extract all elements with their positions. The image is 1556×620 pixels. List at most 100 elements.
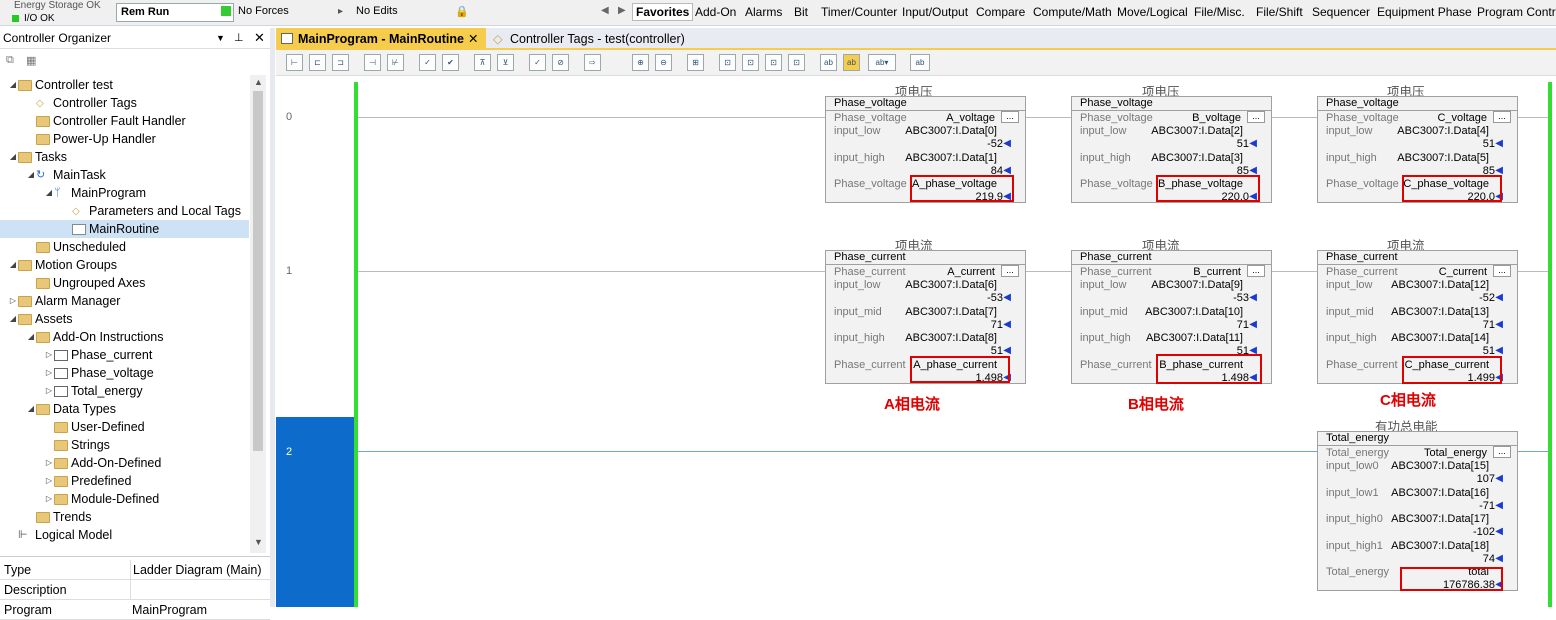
tree-node-controller-tags[interactable]: ◇ Controller Tags xyxy=(26,94,137,112)
collapse-arrow-icon[interactable]: ◢ xyxy=(8,148,18,166)
more-button[interactable]: ... xyxy=(1247,265,1265,277)
collapse-arrow-icon[interactable]: ◢ xyxy=(8,310,18,328)
cancel-icon[interactable]: ⊻ xyxy=(497,54,514,71)
param-tag[interactable]: ABC3007:I.Data[9] xyxy=(1151,279,1243,291)
expand-arrow-icon[interactable]: ▷ xyxy=(44,490,54,508)
tab-file-shift[interactable]: File/Shift xyxy=(1253,4,1306,20)
tab-timer-counter[interactable]: Timer/Counter xyxy=(818,4,900,20)
tree-node-add-on-instructions[interactable]: ◢ Add-On Instructions xyxy=(26,328,164,346)
tab-file-misc[interactable]: File/Misc. xyxy=(1191,4,1248,20)
tree-node-phase-voltage[interactable]: ▷ Phase_voltage xyxy=(44,364,154,382)
instance-tag[interactable]: A_current xyxy=(947,266,995,278)
instance-tag[interactable]: Total_energy xyxy=(1424,447,1487,459)
expand-arrow-icon[interactable]: ▷ xyxy=(44,472,54,490)
rung-icon[interactable]: ⊢ xyxy=(286,54,303,71)
tab-add-on[interactable]: Add-On xyxy=(692,4,739,20)
tree-scrollbar[interactable]: ▲ ▼ xyxy=(250,75,266,553)
rung-number[interactable]: 0 xyxy=(286,111,292,123)
tree-node-strings[interactable]: Strings xyxy=(44,436,110,454)
param-tag[interactable]: ABC3007:I.Data[8] xyxy=(905,332,997,344)
ab-dropdown-icon[interactable]: ab▾ xyxy=(868,54,896,71)
toggle-2-icon[interactable]: ⊡ xyxy=(742,54,759,71)
expand-arrow-icon[interactable]: ▷ xyxy=(44,346,54,364)
param-tag[interactable]: ABC3007:I.Data[12] xyxy=(1391,279,1489,291)
branch-icon[interactable]: ⊏ xyxy=(309,54,326,71)
forces-dropdown-icon[interactable]: ▸ xyxy=(338,6,343,17)
more-button[interactable]: ... xyxy=(1493,111,1511,123)
param-tag[interactable]: ABC3007:I.Data[17] xyxy=(1391,513,1489,525)
xio-icon[interactable]: ⊬ xyxy=(387,54,404,71)
lock-icon[interactable]: 🔒 xyxy=(455,5,469,18)
tab-mainroutine[interactable]: MainProgram - MainRoutine ✕ xyxy=(276,28,486,50)
zoom-in-icon[interactable]: ⊕ xyxy=(632,54,649,71)
organizer-menu-icon[interactable]: ▼ xyxy=(216,28,225,48)
rung-number[interactable]: 1 xyxy=(286,265,292,277)
scrollbar-thumb[interactable] xyxy=(253,91,263,451)
instance-tag[interactable]: A_voltage xyxy=(946,112,995,124)
param-tag[interactable]: ABC3007:I.Data[16] xyxy=(1391,487,1489,499)
accept-icon[interactable]: ⊼ xyxy=(474,54,491,71)
tree-node-tasks[interactable]: ◢ Tasks xyxy=(8,148,67,166)
param-tag[interactable]: ABC3007:I.Data[13] xyxy=(1391,306,1489,318)
tabs-right-arrow-icon[interactable]: ▶ xyxy=(618,5,626,16)
tree-node-ungrouped-axes[interactable]: Ungrouped Axes xyxy=(26,274,145,292)
param-tag[interactable]: ABC3007:I.Data[18] xyxy=(1391,540,1489,552)
instance-tag[interactable]: B_current xyxy=(1193,266,1241,278)
mode-display[interactable]: Rem Run xyxy=(116,3,234,22)
param-tag[interactable]: ABC3007:I.Data[0] xyxy=(905,125,997,137)
instance-tag[interactable]: C_current xyxy=(1439,266,1487,278)
finalize-icon[interactable]: ⇨ xyxy=(584,54,601,71)
tab-compute-math[interactable]: Compute/Math xyxy=(1030,4,1115,20)
tree-node-controller[interactable]: ◢ Controller test xyxy=(8,76,113,94)
collapse-arrow-icon[interactable]: ◢ xyxy=(26,400,36,418)
toggle-4-icon[interactable]: ⊡ xyxy=(788,54,805,71)
edits-display[interactable]: No Edits xyxy=(352,3,470,22)
tree-node-fault-handler[interactable]: Controller Fault Handler xyxy=(26,112,186,130)
rung-number[interactable]: 2 xyxy=(286,446,292,458)
collapse-arrow-icon[interactable]: ◢ xyxy=(44,184,54,202)
param-tag[interactable]: ABC3007:I.Data[1] xyxy=(905,152,997,164)
more-button[interactable]: ... xyxy=(1001,111,1019,123)
collapse-arrow-icon[interactable]: ◢ xyxy=(26,166,36,184)
more-button[interactable]: ... xyxy=(1247,111,1265,123)
more-button[interactable]: ... xyxy=(1493,265,1511,277)
instance-tag[interactable]: C_voltage xyxy=(1437,112,1487,124)
tree-node-mainroutine[interactable]: MainRoutine xyxy=(0,220,249,238)
instance-tag[interactable]: B_voltage xyxy=(1192,112,1241,124)
test-icon[interactable]: ✓ xyxy=(529,54,546,71)
tree-node-trends[interactable]: Trends xyxy=(26,508,91,526)
tab-input-output[interactable]: Input/Output xyxy=(899,4,971,20)
tree-node-motion-groups[interactable]: ◢ Motion Groups xyxy=(8,256,117,274)
param-tag[interactable]: ABC3007:I.Data[5] xyxy=(1397,152,1489,164)
tree-node-alarm-manager[interactable]: ▷ Alarm Manager xyxy=(8,292,121,310)
tree-node-predefined[interactable]: ▷ Predefined xyxy=(44,472,132,490)
more-button[interactable]: ... xyxy=(1493,446,1511,458)
collapse-icon[interactable]: ⧉ xyxy=(6,54,14,67)
close-icon[interactable]: ✕ xyxy=(254,28,265,48)
expand-arrow-icon[interactable]: ▷ xyxy=(44,382,54,400)
param-tag[interactable]: ABC3007:I.Data[15] xyxy=(1391,460,1489,472)
tabs-left-arrow-icon[interactable]: ◀ xyxy=(601,5,609,16)
expand-arrow-icon[interactable]: ▷ xyxy=(8,292,18,310)
more-button[interactable]: ... xyxy=(1001,265,1019,277)
toggle-1-icon[interactable]: ⊡ xyxy=(719,54,736,71)
tree-node-phase-current[interactable]: ▷ Phase_current xyxy=(44,346,152,364)
tree-node-logical-model[interactable]: ⊩ Logical Model xyxy=(8,526,112,544)
tab-sequencer[interactable]: Sequencer xyxy=(1309,4,1373,20)
tab-close-icon[interactable]: ✕ xyxy=(468,28,478,50)
param-tag[interactable]: ABC3007:I.Data[6] xyxy=(905,279,997,291)
param-tag[interactable]: ABC3007:I.Data[4] xyxy=(1397,125,1489,137)
param-tag[interactable]: ABC3007:I.Data[3] xyxy=(1151,152,1243,164)
param-tag[interactable]: ABC3007:I.Data[14] xyxy=(1391,332,1489,344)
xic-icon[interactable]: ⊣ xyxy=(364,54,381,71)
ab-toggle-icon[interactable]: ab xyxy=(910,54,930,71)
tree-node-assets[interactable]: ◢ Assets xyxy=(8,310,73,328)
tag-desc-icon[interactable]: ab xyxy=(843,54,860,71)
ladder-diagram[interactable]: 0 1 2 项电压 项电压 项电压 Phase_voltage Phase_vo… xyxy=(276,77,1556,607)
tab-favorites[interactable]: Favorites xyxy=(632,3,694,21)
expand-arrow-icon[interactable]: ▷ xyxy=(44,454,54,472)
pin-icon[interactable]: ⊥ xyxy=(234,28,244,48)
scroll-up-icon[interactable]: ▲ xyxy=(254,77,263,87)
tree-node-data-types[interactable]: ◢ Data Types xyxy=(26,400,116,418)
scroll-down-icon[interactable]: ▼ xyxy=(254,537,263,547)
